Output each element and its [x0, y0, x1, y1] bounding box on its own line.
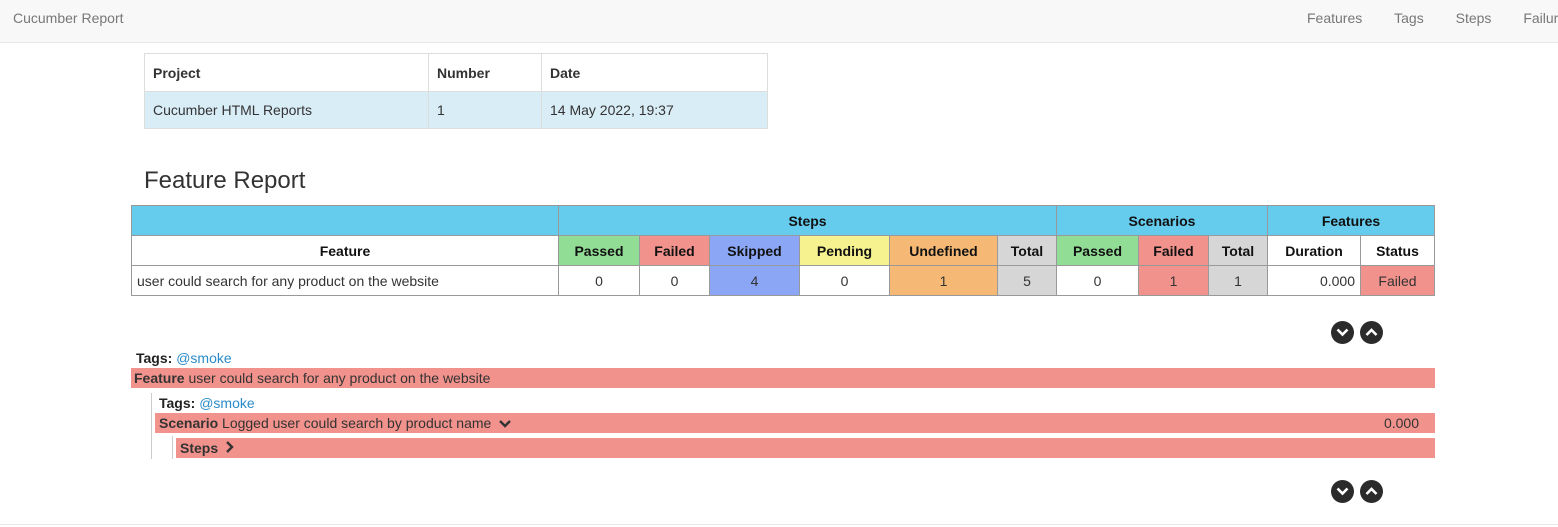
- steps-bar[interactable]: Steps: [176, 438, 1435, 458]
- col-steps-skipped[interactable]: Skipped: [709, 235, 800, 266]
- col-scen-failed[interactable]: Failed: [1138, 235, 1209, 266]
- tags-label: Tags:: [159, 395, 196, 411]
- row-duration: 0.000: [1267, 265, 1361, 296]
- scenario-name: Logged user could search by product name: [222, 415, 492, 431]
- stats-header-steps: Steps: [558, 205, 1057, 236]
- col-steps-total[interactable]: Total: [997, 235, 1057, 266]
- scenario-tags: Tags: @smoke: [159, 395, 255, 411]
- nav-features[interactable]: Features: [1307, 10, 1362, 26]
- row-scen-total: 1: [1208, 265, 1268, 296]
- col-steps-pending[interactable]: Pending: [799, 235, 890, 266]
- row-steps-pending: 0: [799, 265, 890, 296]
- steps-label: Steps: [180, 440, 219, 456]
- scenario-indent-line: [151, 393, 152, 459]
- col-status[interactable]: Status: [1360, 235, 1435, 266]
- row-steps-passed: 0: [558, 265, 640, 296]
- table-row: user could search for any product on the…: [131, 265, 1435, 296]
- collapse-all-icon[interactable]: [1360, 321, 1383, 344]
- feature-name: user could search for any product on the…: [188, 370, 491, 386]
- row-steps-skipped: 4: [709, 265, 800, 296]
- info-header-date: Date: [541, 53, 768, 92]
- steps-indent-line: [172, 436, 173, 459]
- build-info-table: Project Number Date Cucumber HTML Report…: [144, 53, 768, 129]
- info-date: 14 May 2022, 19:37: [541, 91, 768, 129]
- collapse-all-icon[interactable]: [1360, 480, 1383, 503]
- expand-all-icon[interactable]: [1331, 321, 1354, 344]
- feature-bar[interactable]: Feature user could search for any produc…: [131, 368, 1435, 388]
- info-header-number: Number: [428, 53, 542, 92]
- row-steps-undefined: 1: [889, 265, 998, 296]
- row-steps-total: 5: [997, 265, 1057, 296]
- chevron-down-icon[interactable]: [498, 414, 512, 434]
- nav-tags[interactable]: Tags: [1394, 10, 1424, 26]
- col-scen-total[interactable]: Total: [1208, 235, 1268, 266]
- feature-tags: Tags: @smoke: [136, 350, 232, 366]
- col-duration[interactable]: Duration: [1267, 235, 1361, 266]
- feature-tag-link[interactable]: @smoke: [176, 350, 231, 366]
- info-project: Cucumber HTML Reports: [144, 91, 429, 129]
- info-header-project: Project: [144, 53, 429, 92]
- col-steps-failed[interactable]: Failed: [639, 235, 710, 266]
- navbar: Cucumber Report Features Tags Steps Fail…: [0, 0, 1558, 43]
- col-feature[interactable]: Feature: [131, 235, 559, 266]
- feature-keyword: Feature: [134, 370, 185, 386]
- stats-header-features: Features: [1267, 205, 1435, 236]
- info-number: 1: [428, 91, 542, 129]
- row-status: Failed: [1360, 265, 1435, 296]
- nav-links: Features Tags Steps Failures: [1293, 10, 1558, 26]
- col-steps-undefined[interactable]: Undefined: [889, 235, 998, 266]
- row-scen-failed: 1: [1138, 265, 1209, 296]
- col-steps-passed[interactable]: Passed: [558, 235, 640, 266]
- stats-header-blank: [131, 205, 559, 236]
- scenario-bar[interactable]: Scenario Logged user could search by pro…: [155, 413, 1435, 433]
- expand-all-icon[interactable]: [1331, 480, 1354, 503]
- col-scen-passed[interactable]: Passed: [1056, 235, 1139, 266]
- scenario-keyword: Scenario: [159, 415, 219, 431]
- row-feature-link[interactable]: user could search for any product on the…: [131, 265, 559, 296]
- scenario-duration: 0.000: [1383, 415, 1419, 431]
- tags-label: Tags:: [136, 350, 173, 366]
- row-scen-passed: 0: [1056, 265, 1139, 296]
- footer-divider: [0, 524, 1558, 525]
- scenario-tag-link[interactable]: @smoke: [199, 395, 254, 411]
- feature-stats-table: Steps Scenarios Features Feature Passed …: [131, 205, 1435, 296]
- page-title: Feature Report: [144, 167, 306, 194]
- nav-steps[interactable]: Steps: [1456, 10, 1492, 26]
- chevron-right-icon[interactable]: [225, 439, 235, 459]
- row-steps-failed: 0: [639, 265, 710, 296]
- nav-failures[interactable]: Failures: [1523, 10, 1558, 26]
- stats-header-scenarios: Scenarios: [1056, 205, 1268, 236]
- brand-link[interactable]: Cucumber Report: [13, 10, 124, 26]
